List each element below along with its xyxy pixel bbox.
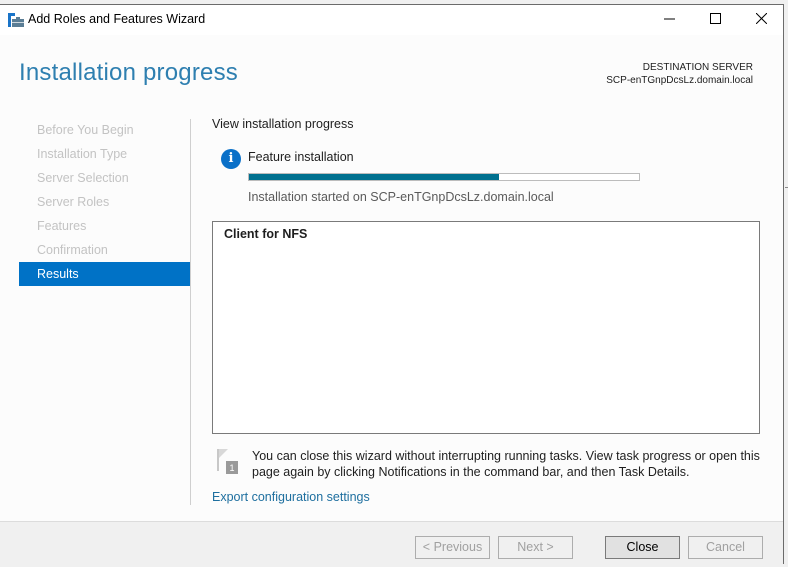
info-icon: i — [221, 149, 241, 169]
minimize-icon — [663, 13, 675, 27]
section-subheading: View installation progress — [212, 117, 354, 131]
nav-step-before-you-begin: Before You Begin — [37, 123, 134, 137]
nav-step-confirmation: Confirmation — [37, 243, 108, 257]
close-button[interactable]: Close — [605, 536, 680, 559]
progress-bar-fill — [249, 174, 499, 180]
next-button[interactable]: Next > — [498, 536, 573, 559]
notification-badge: 1 — [229, 463, 234, 473]
destination-server-info: DESTINATION SERVER SCP-enTGnpDcsLz.domai… — [606, 61, 753, 87]
close-window-button[interactable] — [738, 5, 784, 35]
installation-status-text: Installation started on SCP-enTGnpDcsLz.… — [248, 190, 554, 204]
nav-step-server-roles: Server Roles — [37, 195, 110, 209]
wizard-steps-nav: Before You Begin Installation Type Serve… — [19, 118, 190, 286]
nav-step-server-selection: Server Selection — [37, 171, 129, 185]
maximize-button[interactable] — [692, 5, 738, 35]
notification-flag-icon: 1 — [216, 449, 238, 475]
close-wizard-note: You can close this wizard without interr… — [252, 449, 760, 479]
wizard-header: Installation progress DESTINATION SERVER… — [0, 35, 783, 110]
feature-installation-label: Feature installation — [248, 150, 354, 164]
minimize-button[interactable] — [646, 5, 692, 35]
close-icon — [755, 12, 767, 27]
nav-step-results[interactable]: Results — [19, 262, 190, 286]
title-bar[interactable]: Add Roles and Features Wizard — [0, 5, 783, 35]
results-list[interactable]: Client for NFS — [212, 221, 760, 434]
nav-step-installation-type: Installation Type — [37, 147, 128, 161]
result-item-client-for-nfs: Client for NFS — [224, 227, 308, 241]
destination-label: DESTINATION SERVER — [642, 62, 753, 73]
installation-progress-bar — [248, 173, 640, 181]
destination-server-name: SCP-enTGnpDcsLz.domain.local — [606, 75, 753, 86]
window-title: Add Roles and Features Wizard — [28, 12, 206, 26]
previous-button[interactable]: < Previous — [415, 536, 490, 559]
wizard-footer: < Previous Next > Close Cancel — [0, 521, 783, 565]
server-manager-icon — [8, 13, 24, 27]
maximize-icon — [709, 13, 721, 27]
nav-step-features: Features — [37, 219, 87, 233]
nav-divider — [190, 119, 191, 505]
wizard-window: Add Roles and Features Wizard Installati… — [0, 4, 784, 565]
export-configuration-link[interactable]: Export configuration settings — [212, 490, 370, 504]
cancel-button[interactable]: Cancel — [688, 536, 763, 559]
page-title: Installation progress — [19, 59, 238, 86]
